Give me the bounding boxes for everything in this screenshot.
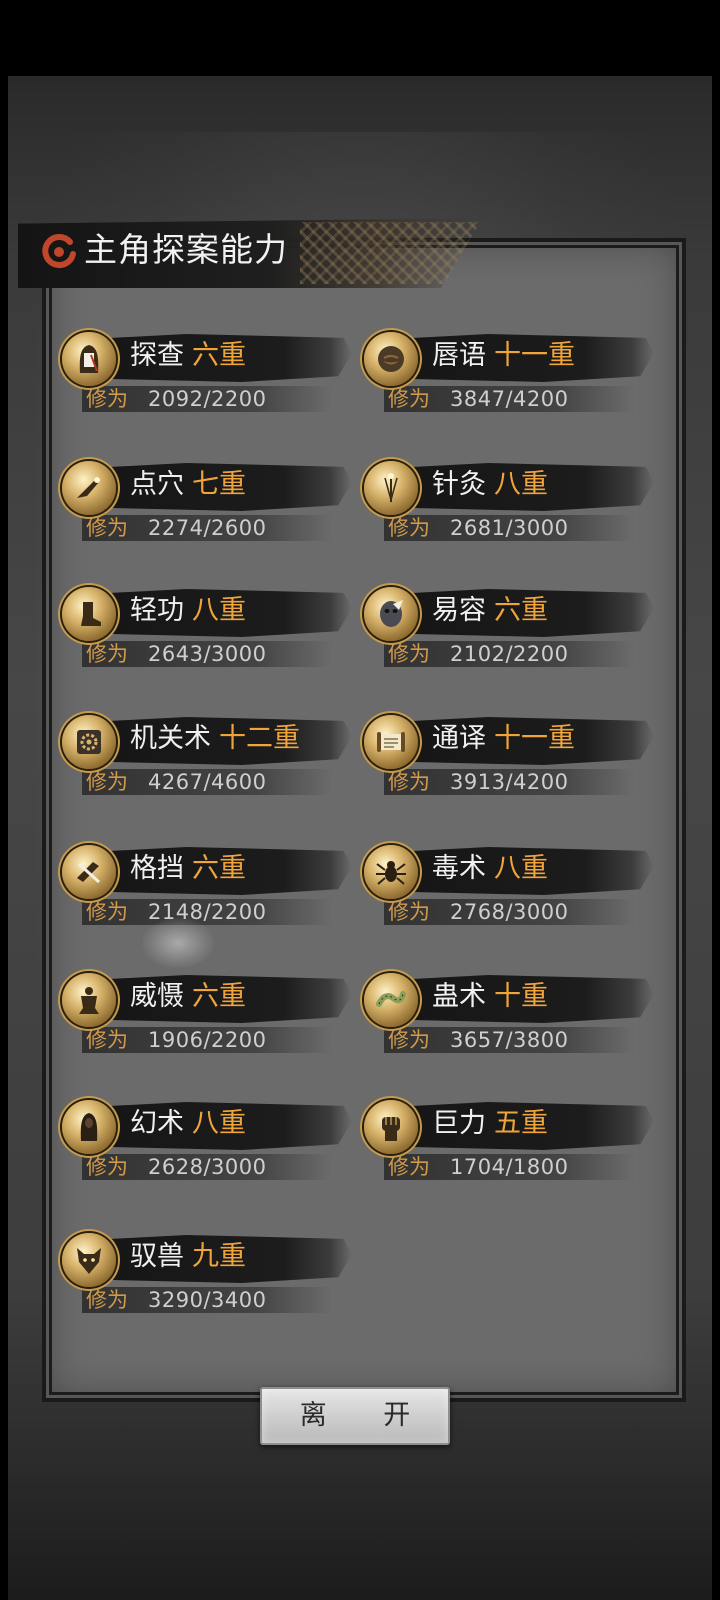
scroll-icon [364,715,418,769]
skill-card-dianxue[interactable]: 点穴 七重 修为 2274/2600 [62,447,352,547]
exp-label: 修为 [388,642,430,666]
skill-card-tancha[interactable]: 探查 六重 修为 2092/2200 [62,318,352,418]
skill-name: 轻功 八重 [130,595,246,626]
touch-indicator [142,918,214,968]
skill-card-dushu[interactable]: 毒术 八重 修为 2768/3000 [364,831,654,931]
skill-level: 六重 [494,595,548,626]
illusion-figure-icon [62,1100,116,1154]
exp-value: 3847/4200 [450,387,569,411]
skill-level: 十一重 [494,340,575,371]
skill-level: 十一重 [494,723,575,754]
skill-card-yirong[interactable]: 易容 六重 修为 2102/2200 [364,573,654,673]
skill-card-qinggong[interactable]: 轻功 八重 修为 2643/3000 [62,573,352,673]
spider-icon [364,845,418,899]
skill-name: 机关术 十二重 [130,723,300,754]
skill-name: 威慑 六重 [130,981,246,1012]
skill-name: 格挡 六重 [130,853,246,884]
exp-label: 修为 [86,1288,128,1312]
gear-icon [62,715,116,769]
skill-level: 七重 [192,469,246,500]
needle-icon [364,461,418,515]
skill-card-chunyu[interactable]: 唇语 十一重 修为 3847/4200 [364,318,654,418]
skill-name: 驭兽 九重 [130,1241,246,1272]
mouth-icon [364,332,418,386]
exp-value: 2643/3000 [148,642,267,666]
skill-level: 八重 [192,1108,246,1139]
skill-name: 探查 六重 [130,340,246,371]
exp-value: 3657/3800 [450,1028,569,1052]
skill-card-zhenjiu[interactable]: 针灸 八重 修为 2681/3000 [364,447,654,547]
finger-strike-icon [62,461,116,515]
exp-value: 2768/3000 [450,900,569,924]
skill-card-yushou[interactable]: 驭兽 九重 修为 3290/3400 [62,1219,352,1319]
exp-label: 修为 [86,900,128,924]
skill-level: 十重 [494,981,548,1012]
exp-value: 2102/2200 [450,642,569,666]
boot-icon [62,587,116,641]
skill-name: 毒术 八重 [432,853,548,884]
skill-level: 八重 [192,595,246,626]
block-icon [62,845,116,899]
skill-level: 十二重 [219,723,300,754]
skill-name: 针灸 八重 [432,469,548,500]
skill-card-gedang[interactable]: 格挡 六重 修为 2148/2200 [62,831,352,931]
wolf-icon [62,1233,116,1287]
exp-value: 2628/3000 [148,1155,267,1179]
exp-value: 2681/3000 [450,516,569,540]
exp-label: 修为 [86,770,128,794]
page-title: 主角探案能力 [84,230,288,269]
mask-icon [364,587,418,641]
exp-label: 修为 [86,516,128,540]
exp-value: 2274/2600 [148,516,267,540]
skill-level: 八重 [494,469,548,500]
skill-name: 巨力 五重 [432,1108,548,1139]
swirl-emblem-icon [42,234,76,269]
skill-name: 幻术 八重 [130,1108,246,1139]
skill-level: 六重 [192,853,246,884]
exp-label: 修为 [86,642,128,666]
skill-card-jiguanshu[interactable]: 机关术 十二重 修为 4267/4600 [62,701,352,801]
skill-card-weishe[interactable]: 威慑 六重 修为 1906/2200 [62,959,352,1059]
exp-label: 修为 [388,770,430,794]
exp-label: 修为 [388,1155,430,1179]
fist-icon [364,1100,418,1154]
skill-level: 八重 [494,853,548,884]
skill-name: 唇语 十一重 [432,340,575,371]
exp-label: 修为 [86,1155,128,1179]
skill-name: 通译 十一重 [432,723,575,754]
exp-value: 3290/3400 [148,1288,267,1312]
exp-value: 1906/2200 [148,1028,267,1052]
skill-name: 易容 六重 [432,595,548,626]
skill-level: 六重 [192,340,246,371]
skill-card-juli[interactable]: 巨力 五重 修为 1704/1800 [364,1086,654,1186]
exp-label: 修为 [388,900,430,924]
exp-value: 4267/4600 [148,770,267,794]
leave-button[interactable]: 离 开 [260,1387,450,1445]
hooded-figure-icon [62,332,116,386]
exp-label: 修为 [388,1028,430,1052]
skill-level: 六重 [192,981,246,1012]
skill-name: 蛊术 十重 [432,981,548,1012]
skill-card-gushu[interactable]: 蛊术 十重 修为 3657/3800 [364,959,654,1059]
skill-card-tongyi[interactable]: 通译 十一重 修为 3913/4200 [364,701,654,801]
skill-name: 点穴 七重 [130,469,246,500]
skill-level: 五重 [494,1108,548,1139]
exp-label: 修为 [86,1028,128,1052]
worm-icon [364,973,418,1027]
statue-icon [62,973,116,1027]
exp-value: 1704/1800 [450,1155,569,1179]
skill-level: 九重 [192,1241,246,1272]
exp-value: 3913/4200 [450,770,569,794]
exp-label: 修为 [388,387,430,411]
exp-label: 修为 [388,516,430,540]
skill-card-huanshu[interactable]: 幻术 八重 修为 2628/3000 [62,1086,352,1186]
exp-value: 2092/2200 [148,387,267,411]
exp-label: 修为 [86,387,128,411]
